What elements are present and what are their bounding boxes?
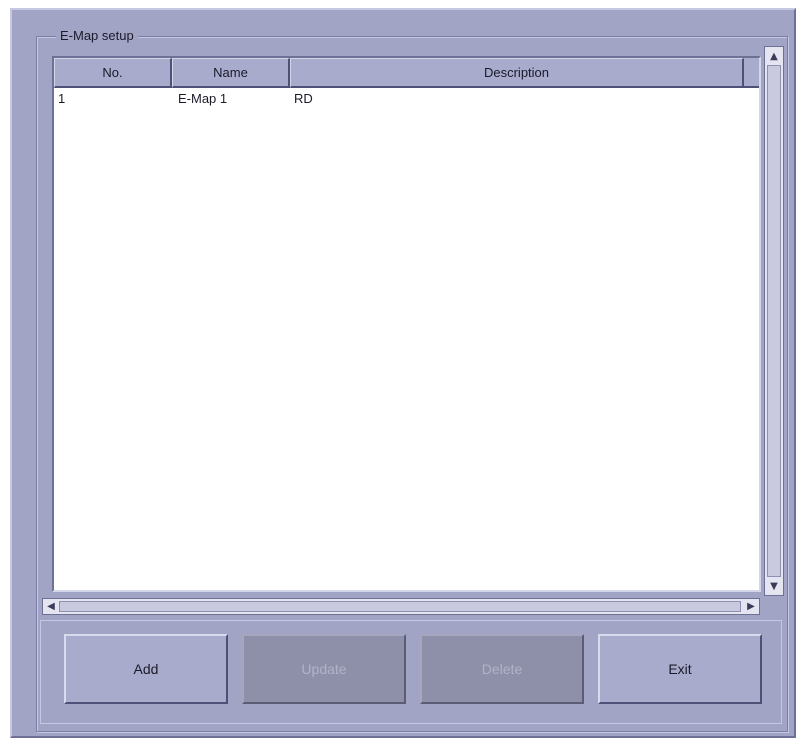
update-button[interactable]: Update — [242, 634, 406, 704]
horizontal-scrollbar[interactable]: ◀ ▶ — [42, 598, 760, 615]
triangle-right-icon[interactable]: ▶ — [743, 599, 759, 614]
cell-no: 1 — [58, 90, 66, 106]
cell-description: RD — [294, 90, 313, 106]
add-button[interactable]: Add — [64, 634, 228, 704]
triangle-left-icon[interactable]: ◀ — [43, 599, 59, 614]
group-title: E-Map setup — [56, 28, 138, 44]
triangle-up-icon[interactable]: ▲ — [766, 48, 782, 64]
table-header: No. Name Description — [54, 58, 759, 88]
emap-list[interactable]: No. Name Description 1 E-Map 1 RD — [52, 56, 761, 592]
cell-name: E-Map 1 — [178, 90, 228, 106]
table-row[interactable]: 1 E-Map 1 RD — [54, 88, 759, 108]
vertical-scrollbar[interactable]: ▲ ▼ — [764, 46, 784, 596]
vertical-scroll-thumb[interactable] — [767, 65, 781, 577]
emap-setup-dialog: E-Map setup No. Name Description 1 E-Map… — [10, 8, 796, 738]
delete-button[interactable]: Delete — [420, 634, 584, 704]
column-header-filler — [744, 58, 759, 88]
column-header-description[interactable]: Description — [290, 58, 744, 88]
table-body: 1 E-Map 1 RD — [54, 88, 759, 108]
horizontal-scroll-thumb[interactable] — [59, 601, 741, 612]
exit-button[interactable]: Exit — [598, 634, 762, 704]
column-header-name[interactable]: Name — [172, 58, 290, 88]
column-header-no[interactable]: No. — [54, 58, 172, 88]
triangle-down-icon[interactable]: ▼ — [766, 578, 782, 594]
